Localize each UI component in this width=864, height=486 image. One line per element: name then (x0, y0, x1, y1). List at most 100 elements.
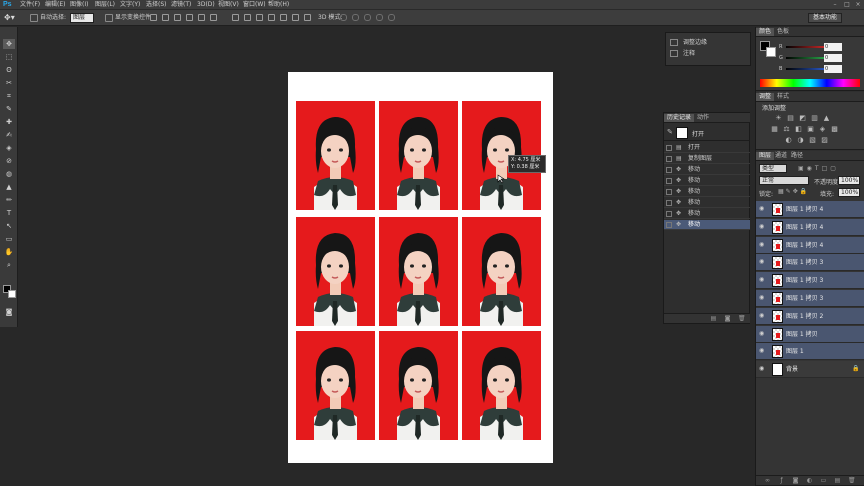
auto-select-checkbox[interactable] (30, 14, 38, 22)
layer-name[interactable]: 背景 (786, 361, 798, 378)
adjustment-icon[interactable]: ▦ (770, 125, 779, 133)
menu-item[interactable]: 选择(S) (146, 1, 167, 9)
close-button[interactable]: × (853, 1, 863, 9)
new-document-icon[interactable]: ▤ (710, 316, 717, 322)
color-ramp[interactable] (760, 79, 860, 87)
history-snapshot-box[interactable] (666, 222, 672, 228)
mode-3d-icon[interactable] (388, 14, 395, 21)
layer-name[interactable]: 图层 1 拷贝 3 (786, 290, 823, 307)
adjustment-icon[interactable]: ▧ (808, 136, 817, 144)
auto-select-dropdown[interactable]: 图层 (70, 13, 94, 23)
menu-item[interactable]: 视图(V) (218, 1, 239, 9)
menu-item[interactable]: 图层(L) (95, 1, 115, 9)
id-photo[interactable] (379, 331, 458, 440)
align-icon[interactable] (280, 14, 287, 21)
align-icon[interactable] (232, 14, 239, 21)
layer-row[interactable]: ◉ 图层 1 拷贝 3 (756, 290, 864, 307)
layer-name[interactable]: 图层 1 (786, 343, 804, 360)
minimize-button[interactable]: – (830, 1, 840, 9)
eye-icon[interactable]: ◉ (759, 312, 767, 320)
menu-item[interactable]: 文字(Y) (120, 1, 140, 9)
adjustment-icon[interactable]: ◩ (798, 114, 807, 122)
align-icon[interactable] (186, 14, 193, 21)
background-swatch[interactable] (766, 47, 776, 57)
fill-input[interactable]: 100% (838, 188, 860, 197)
align-icon[interactable] (244, 14, 251, 21)
eyedropper-tool-icon[interactable]: ✎ (3, 104, 15, 114)
layer-row[interactable]: ◉ 图层 1 (756, 343, 864, 361)
history-item[interactable]: ▤ 打开 (664, 143, 750, 153)
align-icon[interactable] (150, 14, 157, 21)
mini-panel-item[interactable]: 注释 (670, 49, 695, 58)
eye-icon[interactable]: ◉ (759, 258, 767, 266)
history-item[interactable]: ✥ 移动 (664, 209, 750, 219)
eye-icon[interactable]: ◉ (759, 223, 767, 231)
mode-3d-icon[interactable] (376, 14, 383, 21)
mode-3d-icon[interactable] (340, 14, 347, 21)
tab-paths[interactable]: 路径 (788, 152, 806, 160)
layer-row[interactable]: ◉ 图层 1 拷贝 4 (756, 236, 864, 254)
adjustment-icon[interactable]: ▨ (820, 136, 829, 144)
history-snapshot-box[interactable] (666, 156, 672, 162)
tab-swatches[interactable]: 色板 (774, 28, 792, 36)
tab-actions[interactable]: 动作 (694, 114, 712, 122)
menu-item[interactable]: 编辑(E) (45, 1, 65, 9)
tab-color[interactable]: 颜色 (756, 28, 775, 36)
mode-3d-icon[interactable] (352, 14, 359, 21)
adjustment-icon[interactable]: ⚖ (782, 125, 791, 133)
new-layer-icon[interactable]: ▤ (834, 478, 841, 484)
layer-name[interactable]: 图层 1 拷贝 4 (786, 219, 823, 236)
lasso-tool-icon[interactable]: ʘ (3, 65, 15, 75)
adjustment-icon[interactable]: ▥ (810, 114, 819, 122)
history-snapshot-box[interactable] (666, 200, 672, 206)
layer-row[interactable]: ◉ 图层 1 拷贝 4 (756, 218, 864, 236)
history-snapshot-box[interactable] (666, 167, 672, 173)
filter-icons[interactable]: ▣◉T□▢ (798, 165, 856, 172)
type-tool-icon[interactable]: T (3, 208, 15, 218)
history-snapshot-box[interactable] (666, 189, 672, 195)
layer-row[interactable]: ◉ 图层 1 拷贝 (756, 325, 864, 343)
align-icon[interactable] (210, 14, 217, 21)
menu-item[interactable]: 3D(D) (197, 1, 215, 9)
channel-value[interactable]: 0 (824, 43, 842, 51)
history-snapshot-box[interactable] (666, 211, 672, 217)
history-item[interactable]: ✥ 移动 (664, 220, 750, 230)
shape-tool-icon[interactable]: ▭ (3, 234, 15, 244)
tab-history[interactable]: 历史记录 (664, 114, 695, 122)
menu-item[interactable]: 图像(I) (70, 1, 88, 9)
crop-tool-icon[interactable]: ✂ (3, 78, 15, 88)
channel-slider[interactable] (786, 57, 826, 59)
id-photo[interactable] (296, 331, 375, 440)
show-transform-checkbox[interactable] (105, 14, 113, 22)
layer-row[interactable]: ◉ 背景 🔒 (756, 361, 864, 379)
adjustment-icon[interactable]: ▤ (786, 114, 795, 122)
eye-icon[interactable]: ◉ (759, 241, 767, 249)
align-icon[interactable] (162, 14, 169, 21)
background-color-swatch[interactable] (8, 290, 16, 298)
align-icon[interactable] (292, 14, 299, 21)
blur-tool-icon[interactable]: ◍ (3, 169, 15, 179)
camera-icon[interactable]: ◙ (724, 316, 731, 322)
layer-row[interactable]: ◉ 图层 1 拷贝 3 (756, 254, 864, 272)
id-photo[interactable] (296, 217, 375, 326)
workspace-switcher[interactable]: 基本功能 (808, 13, 843, 23)
align-icon[interactable] (198, 14, 205, 21)
layer-name[interactable]: 图层 1 拷贝 3 (786, 254, 823, 271)
eye-icon[interactable]: ◉ (759, 294, 767, 302)
link-icon[interactable]: ∞ (764, 478, 771, 484)
opacity-input[interactable]: 100% (838, 176, 860, 185)
eye-icon[interactable]: ◉ (759, 205, 767, 213)
trash-icon[interactable]: 🗑 (738, 316, 746, 322)
channel-value[interactable]: 0 (824, 54, 842, 62)
align-icon[interactable] (256, 14, 263, 21)
history-item[interactable]: ▤ 复制图层 (664, 154, 750, 164)
mini-panel-item[interactable]: 调整边缘 (670, 38, 707, 47)
eye-icon[interactable]: ◉ (759, 330, 767, 338)
layer-row[interactable]: ◉ 图层 1 拷贝 3 (756, 272, 864, 290)
channel-slider[interactable] (786, 46, 826, 48)
history-snapshot[interactable]: ✎ 打开 (664, 125, 750, 141)
eye-icon[interactable]: ◉ (759, 347, 767, 355)
eye-icon[interactable]: ◉ (759, 276, 767, 284)
adjustment-icon[interactable]: ◈ (818, 125, 827, 133)
menu-item[interactable]: 滤镜(T) (171, 1, 191, 9)
